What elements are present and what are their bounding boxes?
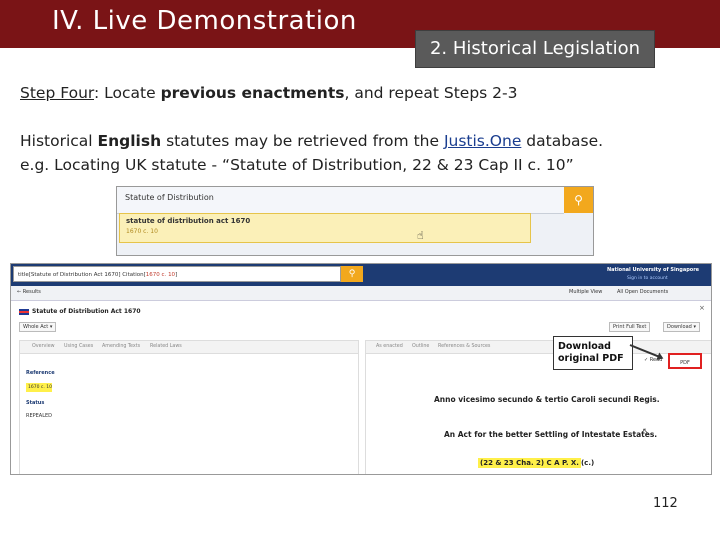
suggestion-title: statute of distribution act 1670 bbox=[126, 217, 251, 225]
results-nav-bar: ← Results Multiple View All Open Documen… bbox=[11, 286, 711, 301]
document-text-line-1: Anno vicesimo secundo & tertio Caroli se… bbox=[434, 395, 660, 404]
download-pdf-callout: Download original PDF bbox=[553, 336, 633, 370]
section-label: 2. Historical Legislation bbox=[415, 30, 655, 68]
uk-flag-icon bbox=[19, 308, 29, 315]
search-highlight: 1670 c. 10 bbox=[145, 272, 176, 278]
document-text-line-2: An Act for the better Settling of Intest… bbox=[444, 430, 658, 439]
search-input[interactable]: Statute of Distribution bbox=[117, 187, 564, 214]
close-icon[interactable]: × bbox=[699, 304, 705, 312]
step-colon-text: : Locate bbox=[94, 84, 161, 102]
step-bold-text: previous enactments bbox=[160, 84, 345, 102]
para1-mid: statutes may be retrieved from the bbox=[161, 132, 444, 150]
tab-references-sources[interactable]: References & Sources bbox=[438, 344, 490, 349]
chapter-highlight: (22 & 23 Cha. 2) C A P. X. bbox=[478, 458, 581, 468]
left-panel: Overview Using Cases Amending Texts Rela… bbox=[19, 340, 359, 474]
step-rest-text: , and repeat Steps 2-3 bbox=[344, 84, 518, 102]
callout-line-2: original PDF bbox=[558, 353, 624, 364]
institution-name: National University of Singapore bbox=[607, 267, 700, 273]
whole-act-dropdown[interactable]: Whole Act ▾ bbox=[19, 322, 57, 332]
status-label: Status bbox=[26, 400, 45, 406]
left-tabs: Overview Using Cases Amending Texts Rela… bbox=[20, 341, 358, 354]
pdf-download-button[interactable]: PDF bbox=[668, 353, 702, 369]
search-icon: ⚲ bbox=[574, 193, 583, 207]
sign-in-link[interactable]: Sign in to account bbox=[627, 276, 668, 281]
chapter-suffix: (c.) bbox=[580, 459, 595, 467]
document-search-button[interactable]: ⚲ bbox=[341, 266, 363, 282]
para1-pre: Historical bbox=[20, 132, 98, 150]
slide-title: IV. Live Demonstration bbox=[52, 6, 357, 36]
document-title-text: Statute of Distribution Act 1670 bbox=[32, 308, 141, 315]
search-icon: ⚲ bbox=[348, 269, 356, 279]
search-button[interactable]: ⚲ bbox=[564, 187, 593, 213]
tab-as-enacted[interactable]: As enacted bbox=[376, 344, 403, 349]
step-instruction: Step Four: Locate previous enactments, a… bbox=[20, 84, 517, 102]
download-dropdown[interactable]: Download ▾ bbox=[663, 322, 700, 332]
page-number: 112 bbox=[653, 496, 678, 511]
search-suggestion-item[interactable]: statute of distribution act 1670 1670 c.… bbox=[119, 213, 531, 243]
status-value: REPEALED bbox=[26, 413, 53, 419]
search-pre: title[Statute of Distribution Act 1670] … bbox=[18, 272, 146, 278]
tab-using-cases[interactable]: Using Cases bbox=[64, 344, 93, 349]
document-title: Statute of Distribution Act 1670 bbox=[19, 308, 141, 315]
document-text-line-3: (22 & 23 Cha. 2) C A P. X. (c.) bbox=[478, 458, 595, 468]
back-to-results-button[interactable]: ← Results bbox=[17, 289, 41, 295]
tab-amending-texts[interactable]: Amending Texts bbox=[102, 344, 140, 349]
tab-overview[interactable]: Overview bbox=[32, 344, 55, 349]
tab-related-laws[interactable]: Related Laws bbox=[150, 344, 182, 349]
para1-bold: English bbox=[97, 132, 162, 150]
example-line: e.g. Locating UK statute - “Statute of D… bbox=[20, 156, 574, 174]
document-search-input[interactable]: title[Statute of Distribution Act 1670] … bbox=[13, 266, 341, 282]
multiple-view-button[interactable]: Multiple View bbox=[569, 289, 602, 295]
step-label: Step Four bbox=[20, 84, 94, 102]
para1-post: database. bbox=[521, 132, 604, 150]
reference-value: 1670 c. 10 bbox=[26, 383, 52, 392]
suggestion-subtitle: 1670 c. 10 bbox=[126, 228, 158, 235]
search-suggestion-screenshot: Statute of Distribution ⚲ statute of dis… bbox=[116, 186, 594, 256]
hand-cursor-icon: ☝ bbox=[417, 229, 424, 242]
justis-one-link[interactable]: Justis.One bbox=[444, 132, 521, 150]
search-post: ] bbox=[175, 272, 178, 278]
historical-statutes-line: Historical English statutes may be retri… bbox=[20, 132, 603, 150]
reference-label: Reference bbox=[26, 370, 55, 376]
search-input-value: Statute of Distribution bbox=[125, 193, 214, 202]
print-full-text-button[interactable]: Print Full Text bbox=[609, 322, 651, 332]
callout-line-1: Download bbox=[558, 341, 611, 352]
tab-outline[interactable]: Outline bbox=[412, 344, 429, 349]
all-open-documents-button[interactable]: All Open Documents bbox=[617, 289, 668, 295]
